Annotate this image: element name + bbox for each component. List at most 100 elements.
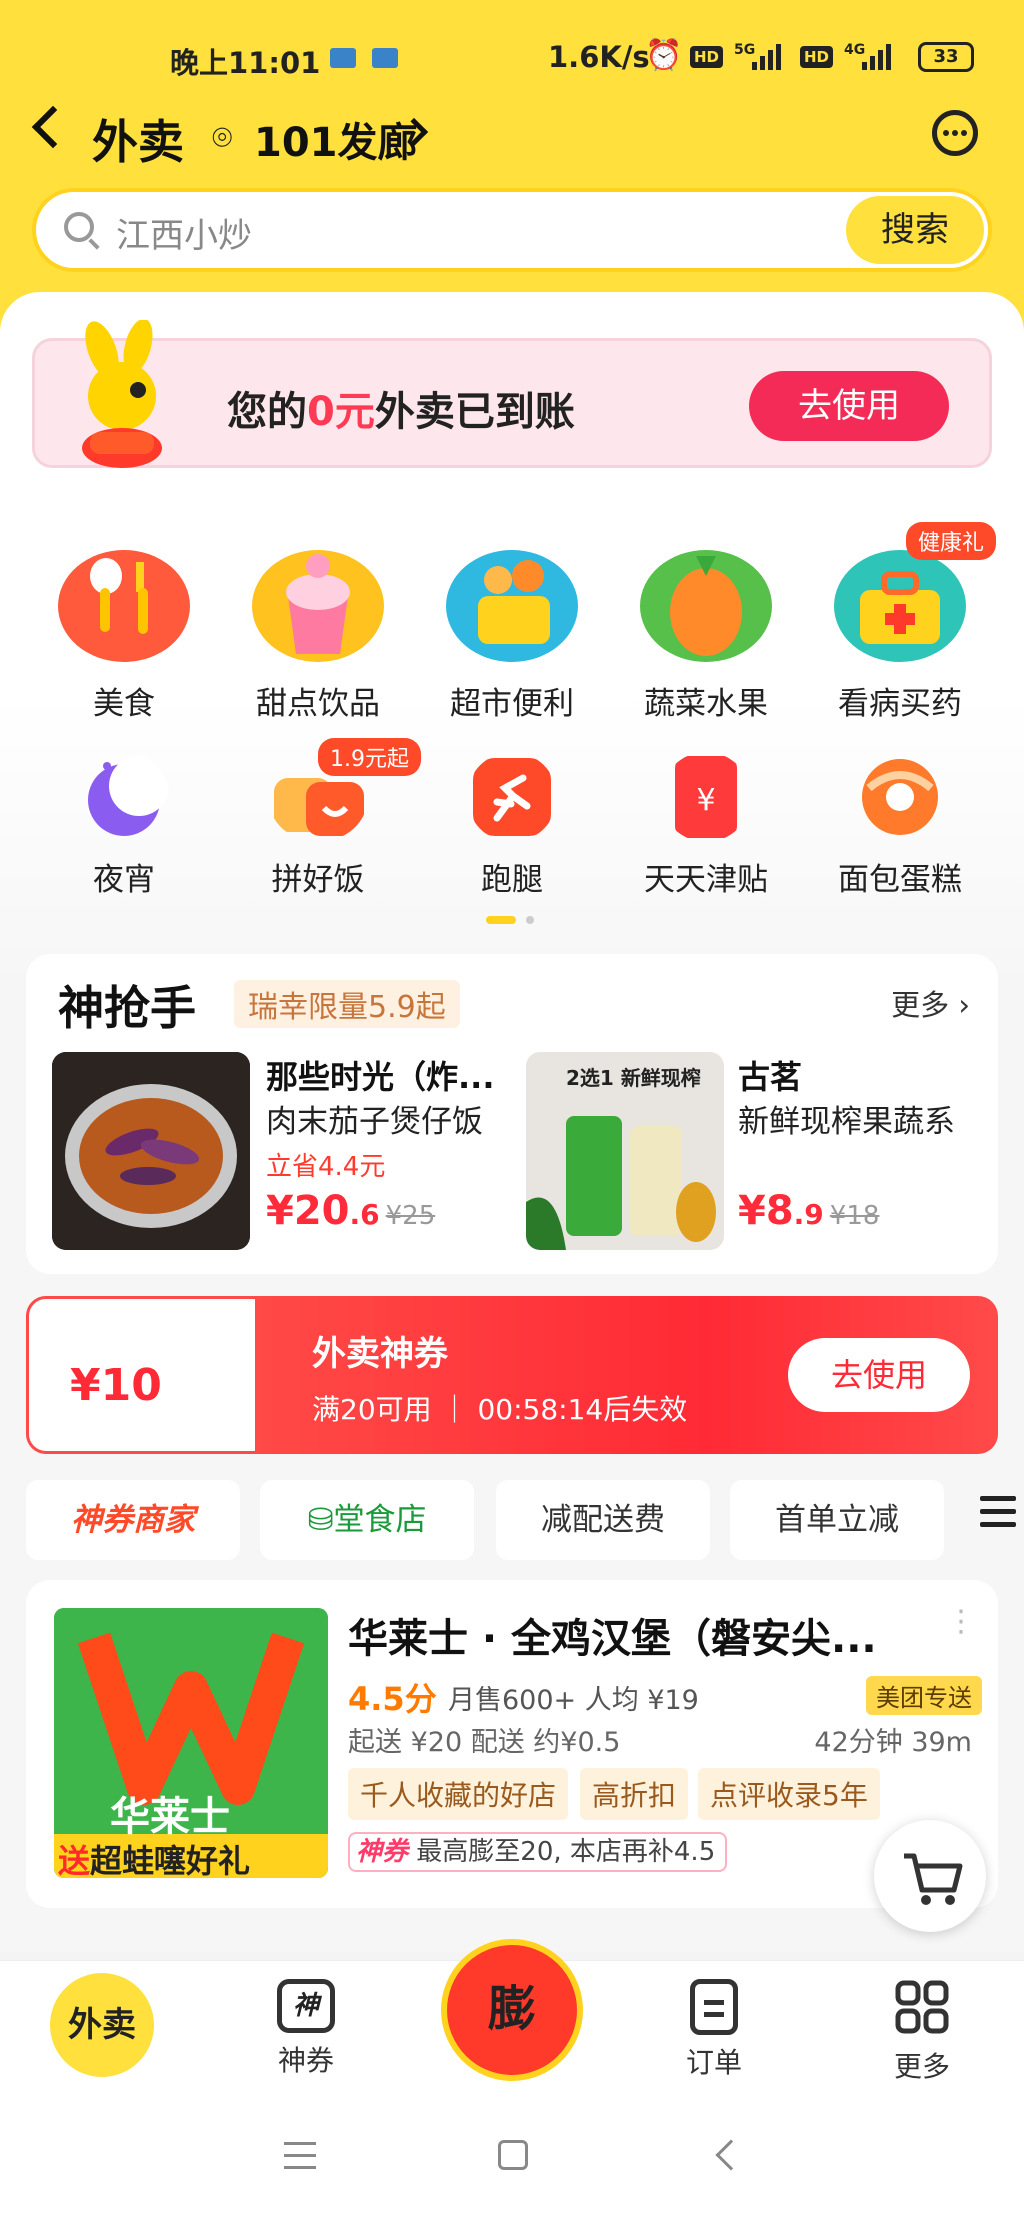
cart-button[interactable] bbox=[874, 1820, 986, 1932]
deal-shop-name[interactable]: 那些时光（炸... bbox=[266, 1052, 494, 1098]
message-icon[interactable] bbox=[932, 110, 978, 156]
signal-icon bbox=[752, 42, 782, 70]
shop-tag: 千人收藏的好店 bbox=[348, 1768, 569, 1820]
tab-takeout[interactable]: 外卖 bbox=[22, 1973, 182, 2077]
search-button[interactable]: 搜索 bbox=[846, 196, 984, 264]
section-title: 神抢手 bbox=[58, 981, 196, 1035]
more-options-icon[interactable]: ⋮ bbox=[946, 1607, 976, 1637]
system-navigation-bar bbox=[0, 2092, 1024, 2219]
page-title: 外卖 bbox=[92, 115, 184, 169]
vegetable-icon bbox=[640, 550, 772, 662]
deal-price: ¥8.9 ¥18 bbox=[738, 1188, 880, 1234]
category-subsidy[interactable]: ¥ 天天津贴 bbox=[616, 752, 796, 899]
errand-icon bbox=[473, 758, 551, 836]
back-arrow-icon[interactable] bbox=[31, 105, 75, 149]
notification-icon bbox=[372, 48, 398, 68]
tab-orders[interactable]: 订单 bbox=[634, 1979, 794, 2081]
category-dessert[interactable]: 甜点饮品 bbox=[228, 536, 408, 723]
category-food[interactable]: 美食 bbox=[34, 536, 214, 723]
category-label: 跑腿 bbox=[481, 862, 543, 898]
home-nav-icon[interactable] bbox=[498, 2140, 528, 2170]
moon-icon bbox=[88, 756, 169, 836]
shop-image[interactable]: 华莱士 送超蛙噻好礼 bbox=[54, 1608, 328, 1878]
subsidy-icon: ¥ bbox=[675, 756, 737, 838]
search-icon bbox=[64, 212, 94, 242]
page-indicator bbox=[486, 916, 536, 926]
deal-shop-name[interactable]: 古茗 bbox=[738, 1052, 802, 1098]
shop-delivery-info: 起送 ¥20 配送 约¥0.5 bbox=[348, 1727, 621, 1758]
shop-tag: 高折扣 bbox=[580, 1768, 689, 1820]
filter-reduced-delivery[interactable]: 减配送费 bbox=[496, 1480, 710, 1560]
tab-more[interactable]: 更多 bbox=[842, 1979, 1002, 2085]
promo-use-button[interactable]: 去使用 bbox=[749, 371, 949, 441]
category-label: 拼好饭 bbox=[271, 862, 365, 898]
deal-image[interactable] bbox=[52, 1052, 250, 1250]
category-label: 天天津贴 bbox=[644, 862, 768, 898]
cart-icon bbox=[904, 1853, 963, 1905]
category-vegetable[interactable]: 蔬菜水果 bbox=[616, 536, 796, 723]
eggplant-dish-image bbox=[52, 1052, 250, 1250]
coupon-title: 外卖神券 bbox=[312, 1334, 448, 1374]
tab-coupons[interactable]: 神 神券 bbox=[226, 1979, 386, 2079]
coupon-boost-tag: 神券 最高膨至20, 本店再补4.5 bbox=[348, 1832, 728, 1872]
signal-icon bbox=[862, 42, 892, 70]
filter-dine-in[interactable]: ⛁堂食店 bbox=[260, 1480, 474, 1560]
deal-image[interactable]: 2选1 新鲜现榨 bbox=[526, 1052, 724, 1250]
deal-item-name: 新鲜现榨果蔬系 bbox=[738, 1104, 955, 1140]
category-errand[interactable]: 跑腿 bbox=[422, 752, 602, 899]
boost-center-icon: 膨 bbox=[441, 1939, 583, 2081]
deal-price: ¥20.6 ¥25 bbox=[266, 1188, 436, 1234]
coupon-banner[interactable]: ¥10 外卖神券 满20可用 ｜ 00:58:14后失效 去使用 bbox=[26, 1296, 998, 1454]
category-bakery[interactable]: 面包蛋糕 bbox=[810, 752, 990, 899]
delivery-address[interactable]: 101发廊 bbox=[254, 110, 418, 168]
status-time: 晚上11:01 bbox=[170, 46, 321, 80]
rabbit-mascot-icon bbox=[82, 320, 162, 468]
deal-image-text: 2选1 新鲜现榨 bbox=[566, 1066, 701, 1090]
category-label: 看病买药 bbox=[838, 686, 962, 722]
coupon-condition: 满20可用 ｜ 00:58:14后失效 bbox=[312, 1393, 688, 1426]
deals-tag: 瑞幸限量5.9起 bbox=[234, 980, 460, 1028]
alarm-icon: ⏰ bbox=[645, 38, 683, 73]
search-input[interactable]: 江西小炒 bbox=[116, 208, 252, 257]
tab-label: 神券 bbox=[277, 2044, 334, 2077]
shop-card[interactable]: 华莱士 送超蛙噻好礼 华莱士 · 全鸡汉堡（磐安尖... ⋮ 4.5分 月售60… bbox=[26, 1580, 998, 1908]
shop-icon: ⛁ bbox=[307, 1502, 334, 1538]
shop-rating: 4.5分 bbox=[348, 1680, 437, 1718]
deal-item-name: 肉末茄子煲仔饭 bbox=[266, 1104, 483, 1140]
health-gift-badge: 健康礼 bbox=[906, 522, 997, 560]
category-late-night[interactable]: 夜宵 bbox=[34, 752, 214, 899]
category-supermarket[interactable]: 超市便利 bbox=[422, 536, 602, 723]
search-bar[interactable]: 江西小炒 搜索 bbox=[32, 188, 992, 272]
top-navigation: 外卖 ⌾ 101发廊 bbox=[0, 100, 1024, 176]
shop-poster-slogan: 送超蛙噻好礼 bbox=[58, 1842, 251, 1878]
category-label: 蔬菜水果 bbox=[644, 686, 768, 722]
tab-takeout-label: 外卖 bbox=[50, 1973, 154, 2077]
orders-icon bbox=[690, 1979, 738, 2035]
status-bar: 晚上11:01 1.6K/s ⏰ HD 5G HD 4G 33 bbox=[0, 38, 1024, 84]
category-medicine[interactable]: 看病买药 bbox=[810, 536, 990, 723]
filter-coupon-shops[interactable]: 神券商家 bbox=[26, 1480, 240, 1560]
flash-deals-section: 神抢手 瑞幸限量5.9起 更多 › 那些时光（炸... 肉末茄子煲仔饭 立省4.… bbox=[26, 954, 998, 1274]
promo-text: 您的0元外卖已到账 bbox=[227, 389, 575, 435]
tab-label: 订单 bbox=[685, 2046, 742, 2079]
bottom-tab-bar: 外卖 神 神券 膨 订单 更多 bbox=[0, 1939, 1024, 2092]
battery-indicator: 33 bbox=[918, 42, 974, 72]
location-pin-icon[interactable]: ⌾ bbox=[212, 118, 232, 158]
coupon-tab-icon: 神 bbox=[277, 1979, 335, 2033]
deal-saving: 立省4.4元 bbox=[266, 1152, 386, 1182]
food-icon bbox=[58, 550, 190, 662]
dessert-icon bbox=[252, 550, 384, 662]
supermarket-icon bbox=[446, 550, 578, 662]
deals-more-link[interactable]: 更多 › bbox=[891, 982, 970, 1024]
menu-nav-icon[interactable] bbox=[284, 2142, 316, 2170]
delivery-badge: 美团专送 bbox=[866, 1676, 982, 1715]
tab-label: 更多 bbox=[893, 2050, 950, 2083]
tab-boost[interactable]: 膨 bbox=[432, 1939, 592, 2081]
shop-name[interactable]: 华莱士 · 全鸡汉堡（磐安尖... bbox=[348, 1606, 877, 1664]
coupon-amount: ¥10 bbox=[70, 1360, 162, 1411]
back-nav-icon[interactable] bbox=[715, 2139, 747, 2171]
shop-tag: 点评收录5年 bbox=[698, 1768, 880, 1820]
coupon-use-button[interactable]: 去使用 bbox=[788, 1338, 970, 1412]
menu-icon[interactable] bbox=[980, 1496, 1016, 1530]
filter-first-order[interactable]: 首单立减 bbox=[730, 1480, 944, 1560]
